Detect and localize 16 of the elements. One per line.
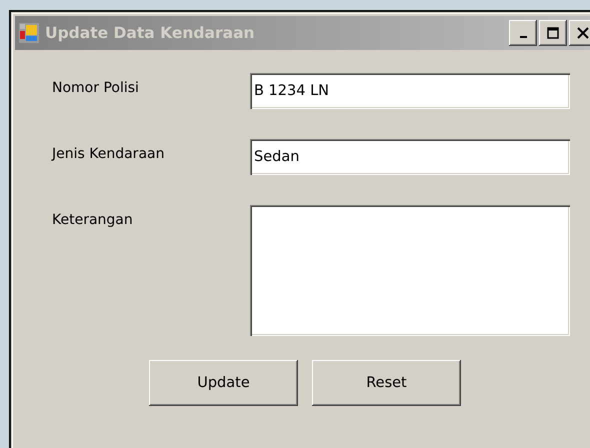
maximize-button[interactable] — [539, 20, 567, 46]
minimize-button[interactable] — [509, 20, 537, 46]
text-field[interactable]: B 1234 LN — [250, 73, 570, 109]
window-title: Update Data Kendaraan — [45, 24, 256, 42]
field-label: Jenis Kendaraan — [52, 145, 166, 162]
field-label: Nomor Polisi — [52, 79, 140, 96]
form-button[interactable]: Reset — [312, 360, 461, 406]
minimize-icon — [520, 36, 526, 38]
form-button[interactable]: Update — [149, 360, 298, 406]
app-icon — [19, 23, 39, 43]
close-button[interactable] — [569, 20, 590, 46]
text-area[interactable] — [250, 205, 570, 336]
maximize-icon — [547, 27, 559, 39]
field-label: Keterangan — [52, 211, 134, 228]
close-icon — [577, 27, 589, 39]
text-field[interactable]: Sedan — [250, 139, 570, 175]
